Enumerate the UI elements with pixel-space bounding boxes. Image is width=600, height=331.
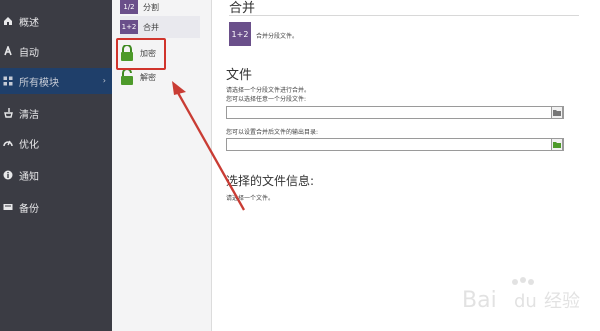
selected-file-info-title: 选择的文件信息:: [226, 174, 315, 188]
folder-icon: [553, 110, 561, 116]
merge-badge-icon: 1+2: [229, 22, 251, 46]
sidebar: 概述 自动 所有模块 › 清洁 优化 通知 备份: [0, 0, 112, 331]
home-icon: [2, 15, 14, 27]
segment-file-input[interactable]: [226, 106, 564, 119]
folder-icon: [553, 142, 561, 148]
page-title: 合并: [229, 1, 256, 16]
file-instruction-1: 请选择一个分段文件进行合并。: [226, 87, 311, 94]
subpanel-item-label: 合并: [143, 22, 159, 32]
sidebar-item-notify[interactable]: 通知: [0, 162, 112, 188]
subpanel-item-merge[interactable]: 1+2 合并: [120, 16, 200, 38]
svg-text:Bai: Bai: [462, 288, 497, 313]
sidebar-item-all-modules[interactable]: 所有模块 ›: [0, 68, 112, 94]
split-icon: 1/2: [120, 0, 138, 14]
svg-text:经验: 经验: [544, 291, 580, 312]
broom-icon: [2, 107, 14, 119]
merge-icon: 1+2: [120, 20, 138, 34]
info-icon: [2, 169, 14, 181]
auto-icon: [2, 45, 14, 57]
sidebar-item-backup[interactable]: 备份: [0, 194, 112, 220]
svg-text:du: du: [514, 291, 537, 312]
merge-description: 合并分段文件。: [256, 33, 299, 40]
encrypt-highlight-box: [116, 38, 166, 70]
subpanel-item-label: 分割: [143, 2, 159, 12]
sidebar-item-label: 通知: [19, 171, 39, 183]
output-dir-input[interactable]: [226, 138, 564, 151]
output-instruction: 您可以设置合并后文件的输出目录:: [226, 129, 319, 136]
sidebar-item-label: 优化: [19, 139, 39, 151]
unlock-icon: [121, 69, 133, 85]
sidebar-item-overview[interactable]: 概述: [0, 8, 112, 34]
backup-icon: [2, 201, 14, 213]
sidebar-item-label: 所有模块: [19, 77, 59, 89]
title-divider: [229, 15, 579, 16]
browse-output-button[interactable]: [551, 138, 563, 151]
sidebar-item-label: 清洁: [19, 109, 39, 121]
chevron-right-icon: ›: [102, 76, 106, 85]
sidebar-item-label: 概述: [19, 17, 39, 29]
sidebar-item-auto[interactable]: 自动: [0, 38, 112, 64]
sidebar-item-label: 自动: [19, 47, 39, 59]
file-section-title: 文件: [226, 68, 253, 83]
file-instruction-2: 您可以选择任意一个分段文件:: [226, 96, 307, 103]
sidebar-item-label: 备份: [19, 203, 39, 215]
speed-icon: [2, 137, 14, 149]
grid-icon: [2, 75, 14, 87]
sidebar-item-optimize[interactable]: 优化: [0, 130, 112, 156]
baidu-watermark-logo: Bai du 经验: [462, 277, 580, 313]
sidebar-item-clean[interactable]: 清洁: [0, 100, 112, 126]
subpanel-item-label: 解密: [140, 72, 156, 82]
selected-file-info-text: 请选择一个文件。: [226, 195, 275, 202]
browse-segment-button[interactable]: [551, 106, 563, 119]
